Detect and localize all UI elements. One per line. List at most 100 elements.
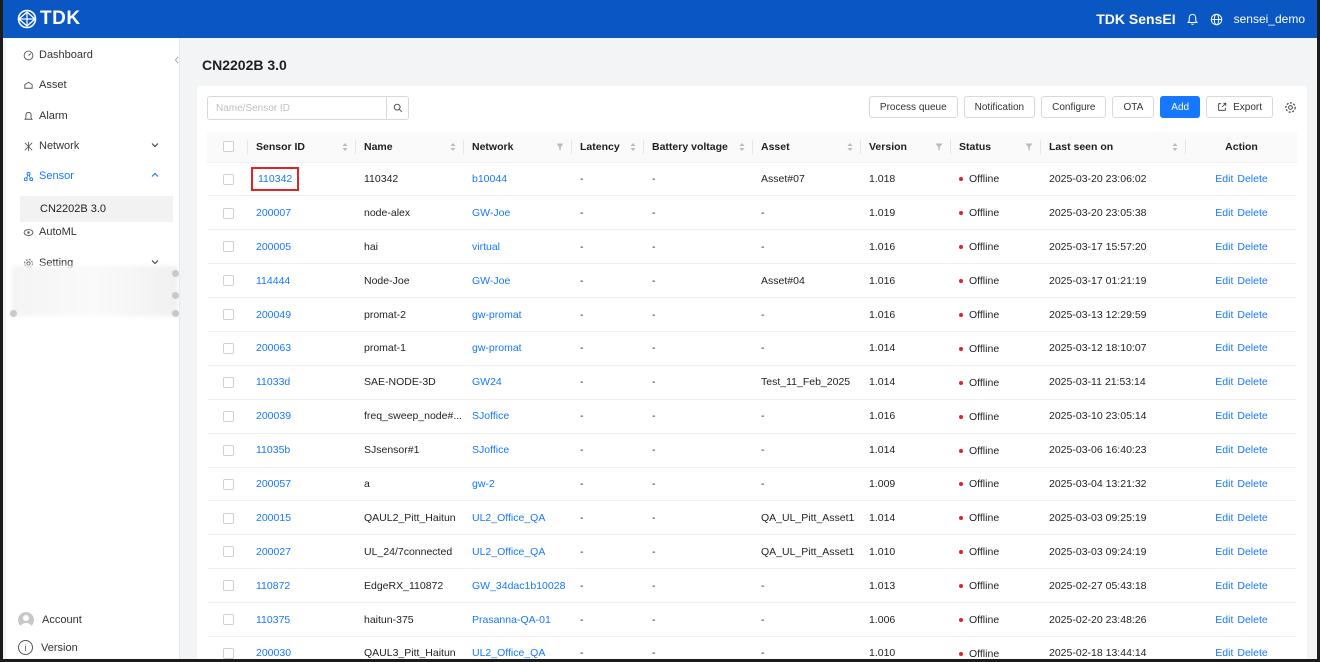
table-row[interactable]: 200030 QAUL3_Pitt_Haitun UL2_Office_QA - - -1… bbox=[207, 636, 1297, 659]
sidebar-collapse-button[interactable] bbox=[173, 54, 185, 68]
globe-icon[interactable] bbox=[1210, 12, 1224, 26]
process-queue-button[interactable]: Process queue bbox=[868, 96, 958, 118]
delete-button[interactable]: Delete bbox=[1237, 207, 1267, 219]
sensor-id-link[interactable]: 11033d bbox=[256, 376, 290, 388]
sensor-id-link[interactable]: 200015 bbox=[256, 512, 291, 524]
sort-icon[interactable] bbox=[450, 142, 456, 152]
sort-icon[interactable] bbox=[342, 142, 348, 152]
row-checkbox[interactable] bbox=[223, 410, 234, 422]
edit-button[interactable]: Edit bbox=[1215, 376, 1233, 388]
sort-icon[interactable] bbox=[1172, 142, 1178, 152]
row-checkbox[interactable] bbox=[223, 207, 234, 219]
table-row[interactable]: 200063 promat-1 gw-promat - - -1.014 Offline 20… bbox=[207, 331, 1297, 366]
table-row[interactable]: 200057 a gw-2- - -1.009 Offline 2025-03-04 13:… bbox=[207, 467, 1297, 502]
edit-button[interactable]: Edit bbox=[1215, 342, 1233, 354]
table-row[interactable]: 11033d SAE-NODE-3D GW24- - Test_11_Feb_2025 1… bbox=[207, 365, 1297, 400]
table-row[interactable]: 200005 hai virtual - - -1.016 Offline 2025-03-1… bbox=[207, 229, 1297, 265]
delete-button[interactable]: Delete bbox=[1237, 580, 1267, 592]
sensor-id-link[interactable]: 110872 bbox=[256, 580, 290, 592]
sensor-id-link[interactable]: 200027 bbox=[256, 546, 291, 558]
network-link[interactable]: UL2_Office_QA bbox=[472, 512, 545, 524]
sensor-id-link[interactable]: 11035b bbox=[256, 444, 290, 456]
sidebar-item-automl[interactable]: AutoML bbox=[6, 220, 180, 244]
sensor-id-link[interactable]: 110375 bbox=[256, 614, 290, 626]
edit-button[interactable]: Edit bbox=[1215, 614, 1233, 626]
filter-icon[interactable] bbox=[935, 143, 943, 151]
network-link[interactable]: SJoffice bbox=[472, 444, 509, 456]
delete-button[interactable]: Delete bbox=[1237, 173, 1267, 185]
edit-button[interactable]: Edit bbox=[1215, 444, 1233, 456]
sensor-id-link[interactable]: 200057 bbox=[256, 478, 291, 490]
delete-button[interactable]: Delete bbox=[1237, 444, 1267, 456]
edit-button[interactable]: Edit bbox=[1215, 410, 1233, 422]
delete-button[interactable]: Delete bbox=[1237, 376, 1267, 388]
table-row[interactable]: 200007 node-alex GW-Joe - - -1.019 Offline 2025… bbox=[207, 195, 1297, 231]
sidebar-item-network[interactable]: Network bbox=[6, 134, 180, 158]
network-link[interactable]: Prasanna-QA-01 bbox=[472, 614, 551, 626]
header-network[interactable]: Network bbox=[464, 132, 572, 163]
row-checkbox[interactable] bbox=[223, 546, 234, 558]
network-link[interactable]: GW-Joe bbox=[472, 275, 510, 287]
export-button[interactable]: Export bbox=[1206, 96, 1273, 118]
sensor-id-link[interactable]: 200063 bbox=[256, 342, 291, 354]
sensor-id-link[interactable]: 200049 bbox=[256, 309, 291, 321]
network-link[interactable]: SJoffice bbox=[472, 410, 509, 422]
network-link[interactable]: UL2_Office_QA bbox=[472, 546, 545, 558]
network-link[interactable]: virtual bbox=[472, 241, 500, 253]
row-checkbox[interactable] bbox=[223, 580, 234, 592]
table-row[interactable]: 200039 freq_sweep_node#... SJoffice - - -1.01… bbox=[207, 399, 1297, 434]
edit-button[interactable]: Edit bbox=[1215, 173, 1233, 185]
row-checkbox[interactable] bbox=[223, 343, 234, 355]
header-battery-voltage[interactable]: Battery voltage bbox=[644, 132, 753, 163]
delete-button[interactable]: Delete bbox=[1237, 647, 1267, 659]
network-link[interactable]: gw-promat bbox=[472, 309, 522, 321]
filter-icon[interactable] bbox=[556, 143, 564, 151]
table-row[interactable]: 200027 UL_24/7connected UL2_Office_QA - - QA_… bbox=[207, 534, 1297, 570]
row-checkbox[interactable] bbox=[223, 241, 234, 253]
table-row[interactable]: 114444 Node-Joe GW-Joe - - Asset#04 1.016 Offli… bbox=[207, 263, 1297, 299]
row-checkbox[interactable] bbox=[223, 309, 234, 321]
header-sensor-id[interactable]: Sensor ID bbox=[248, 132, 356, 163]
sidebar-item-dashboard[interactable]: Dashboard bbox=[6, 43, 180, 67]
table-settings-gear-icon[interactable] bbox=[1283, 100, 1297, 114]
sensor-id-link[interactable]: 200007 bbox=[256, 207, 291, 219]
row-checkbox[interactable] bbox=[223, 478, 234, 490]
sensor-id-link[interactable]: 114444 bbox=[256, 275, 290, 287]
brand-logo[interactable]: TDK bbox=[17, 8, 81, 30]
sensor-id-link[interactable]: 200005 bbox=[256, 241, 291, 253]
delete-button[interactable]: Delete bbox=[1237, 478, 1267, 490]
edit-button[interactable]: Edit bbox=[1215, 647, 1233, 659]
edit-button[interactable]: Edit bbox=[1215, 546, 1233, 558]
edit-button[interactable]: Edit bbox=[1215, 580, 1233, 592]
edit-button[interactable]: Edit bbox=[1215, 207, 1233, 219]
search-input[interactable] bbox=[208, 97, 386, 119]
account-link[interactable]: Account bbox=[18, 612, 82, 628]
sensor-id-link[interactable]: 110342 bbox=[250, 166, 300, 191]
delete-button[interactable]: Delete bbox=[1237, 410, 1267, 422]
edit-button[interactable]: Edit bbox=[1215, 512, 1233, 524]
table-row[interactable]: 110375 haitun-375 Prasanna-QA-01- - -1.006 Of… bbox=[207, 602, 1297, 637]
table-row[interactable]: 200015 QAUL2_Pitt_Haitun UL2_Office_QA - - QA… bbox=[207, 500, 1297, 536]
sort-icon[interactable] bbox=[739, 142, 745, 152]
delete-button[interactable]: Delete bbox=[1237, 512, 1267, 524]
header-last-seen-on[interactable]: Last seen on bbox=[1041, 132, 1186, 163]
sidebar-item-asset[interactable]: Asset bbox=[6, 73, 180, 97]
row-checkbox[interactable] bbox=[223, 444, 234, 456]
version-link[interactable]: i Version bbox=[18, 640, 78, 655]
row-checkbox[interactable] bbox=[223, 173, 234, 185]
header-latency[interactable]: Latency bbox=[572, 132, 644, 163]
edit-button[interactable]: Edit bbox=[1215, 478, 1233, 490]
filter-icon[interactable] bbox=[1025, 143, 1033, 151]
ota-button[interactable]: OTA bbox=[1112, 96, 1155, 118]
bell-icon[interactable] bbox=[1186, 12, 1200, 26]
sidebar-item-sensor[interactable]: Sensor bbox=[6, 164, 180, 188]
delete-button[interactable]: Delete bbox=[1237, 614, 1267, 626]
configure-button[interactable]: Configure bbox=[1041, 96, 1107, 118]
header-version[interactable]: Version bbox=[861, 132, 951, 163]
select-all-checkbox[interactable] bbox=[223, 141, 234, 153]
table-row[interactable]: 11035b SJsensor#1 SJoffice - - -1.014 Offline 2… bbox=[207, 433, 1297, 468]
row-checkbox[interactable] bbox=[223, 512, 234, 524]
row-checkbox[interactable] bbox=[223, 275, 234, 287]
user-name[interactable]: sensei_demo bbox=[1234, 12, 1305, 26]
sensor-id-link[interactable]: 200030 bbox=[256, 647, 291, 659]
